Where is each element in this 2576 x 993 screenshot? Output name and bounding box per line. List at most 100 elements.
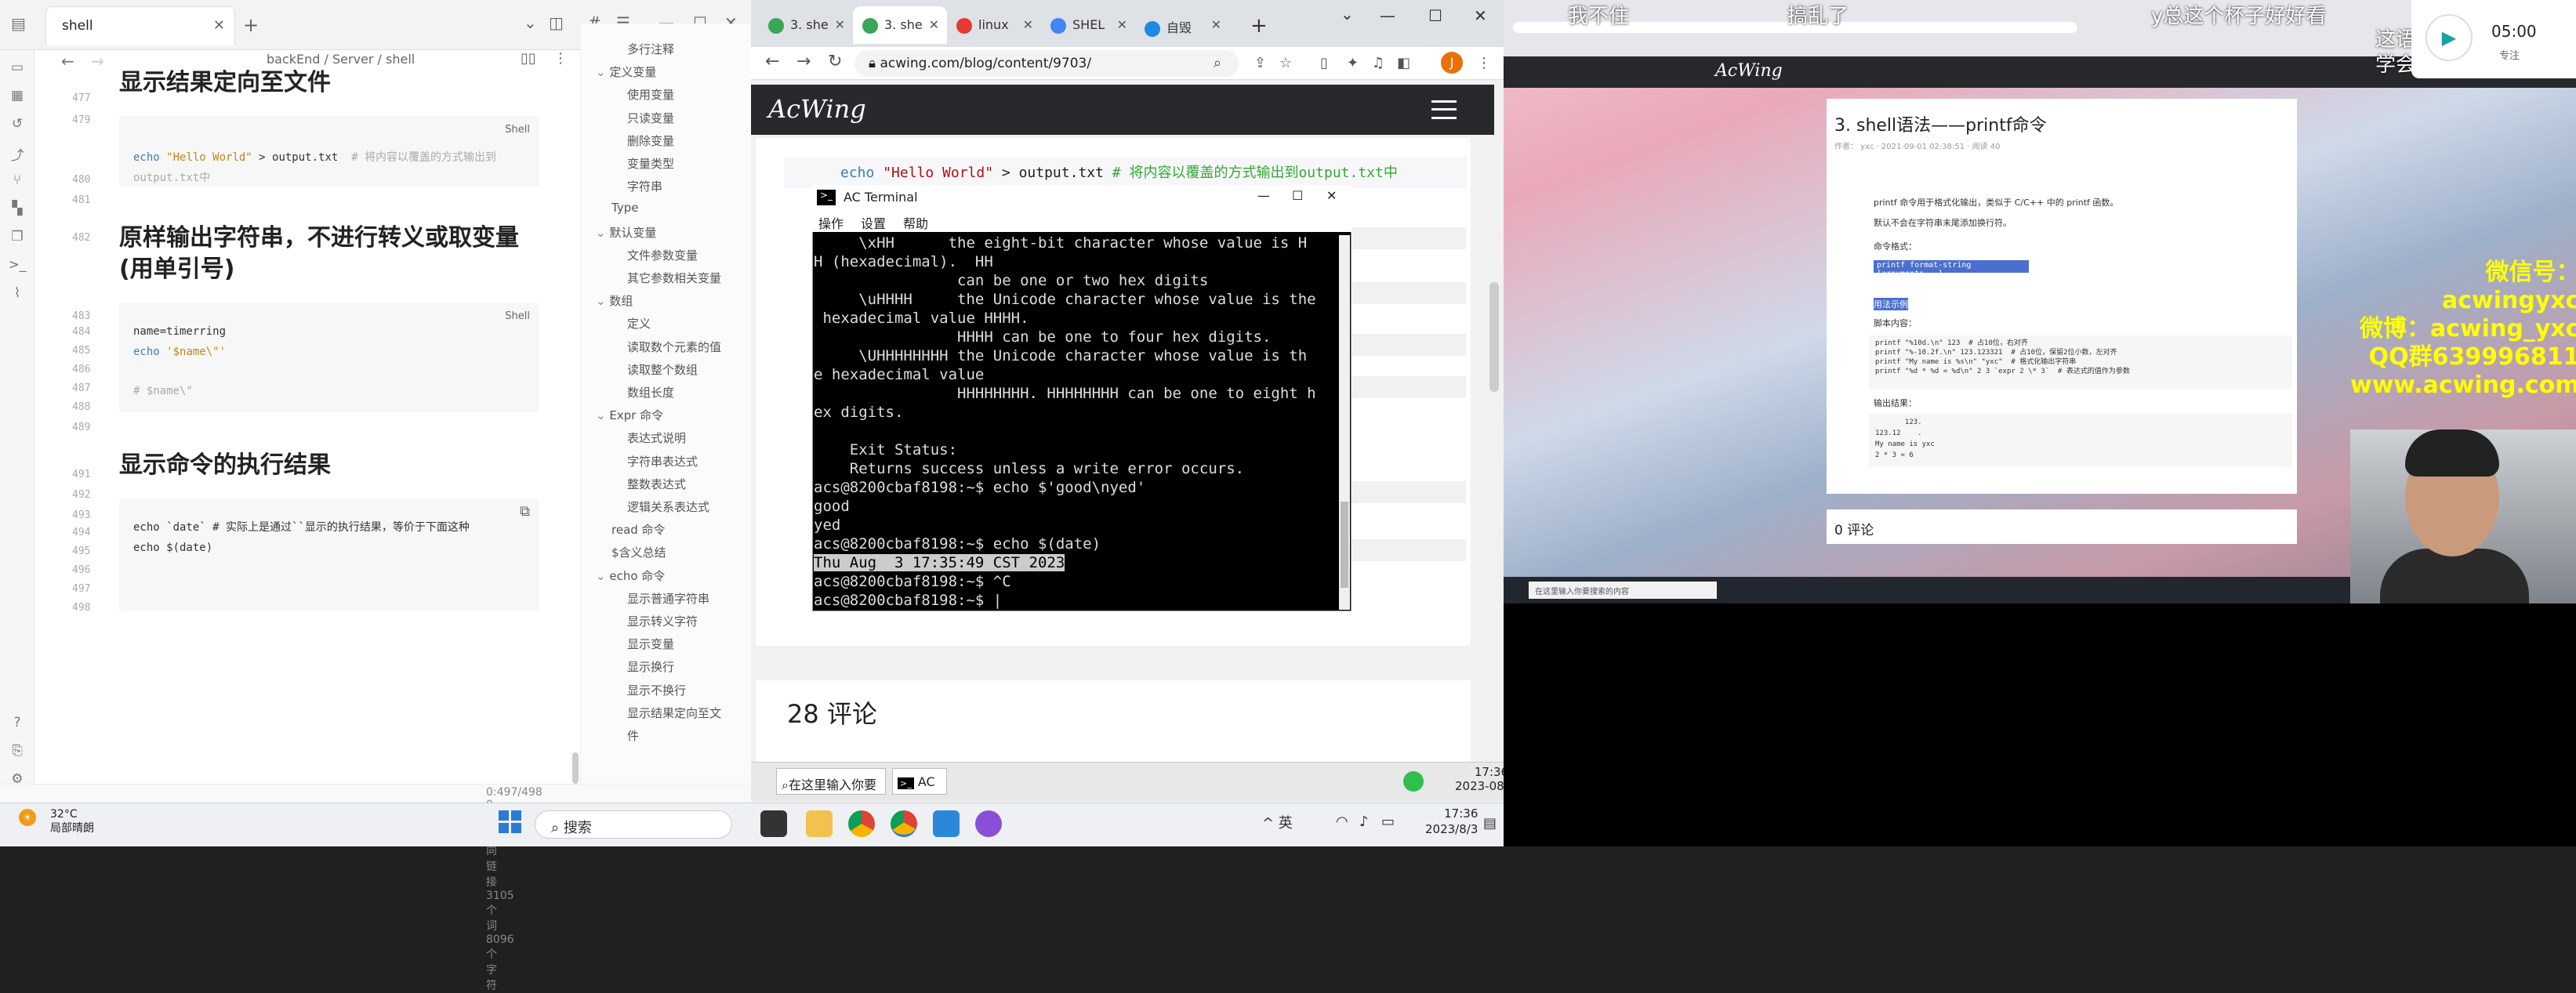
outline-item[interactable]: 显示变量 bbox=[627, 636, 674, 652]
outline-item[interactable]: 只读变量 bbox=[627, 110, 674, 126]
history-icon[interactable]: ↺ bbox=[8, 116, 27, 135]
outline-item[interactable]: $含义总结 bbox=[611, 544, 666, 560]
side-panel-icon[interactable]: ◧ bbox=[1397, 55, 1410, 71]
reading-view-icon[interactable]: ▯▯ bbox=[521, 50, 536, 67]
menu-help[interactable]: 帮助 bbox=[903, 213, 928, 232]
forward-arrow-icon[interactable]: → bbox=[796, 52, 811, 71]
close-icon[interactable]: ✕ bbox=[929, 17, 939, 32]
weather-widget[interactable]: 32°C 局部晴朗 bbox=[50, 807, 94, 835]
maximize-icon[interactable]: ☐ bbox=[1428, 6, 1442, 25]
scrollbar[interactable] bbox=[572, 752, 579, 784]
copy-icon[interactable]: ❐ bbox=[8, 229, 27, 248]
more-options-icon[interactable]: ⋮ bbox=[553, 50, 568, 67]
terminal-icon[interactable]: >_ bbox=[8, 257, 27, 276]
outline-item[interactable]: 删除变量 bbox=[627, 132, 674, 149]
outline-item[interactable]: 定义变量 bbox=[596, 63, 656, 80]
outline-item[interactable]: 使用变量 bbox=[627, 86, 674, 103]
copy-code-icon[interactable]: ⧉ bbox=[520, 503, 530, 520]
back-arrow-icon[interactable]: ← bbox=[61, 52, 74, 71]
app-icon[interactable] bbox=[933, 810, 960, 837]
outline-item[interactable]: 字符串表达式 bbox=[627, 453, 698, 469]
outline-item[interactable]: 件 bbox=[627, 727, 639, 744]
chrome-tab[interactable]: SHEL ✕ bbox=[1041, 6, 1135, 44]
taskbar-search[interactable]: ⌕ 搜索 bbox=[535, 810, 732, 839]
notification-icon[interactable]: ▤ bbox=[1483, 815, 1497, 832]
back-arrow-icon[interactable]: ← bbox=[765, 52, 779, 71]
outline-item[interactable]: 默认变量 bbox=[596, 224, 656, 241]
menu-settings[interactable]: 设置 bbox=[861, 213, 886, 232]
outline-item[interactable]: 显示换行 bbox=[627, 658, 674, 675]
weather-icon[interactable]: ☀ bbox=[19, 809, 36, 826]
taskbar-clock[interactable]: 17:36 2023/8/3 bbox=[1425, 806, 1478, 837]
minimize-icon[interactable]: — bbox=[1380, 6, 1395, 25]
obsidian-icon[interactable] bbox=[975, 810, 1002, 837]
outline-item[interactable]: echo 命令 bbox=[596, 567, 665, 584]
outline-item[interactable]: 字符串 bbox=[627, 178, 662, 194]
terminal-output[interactable]: \xHH the eight-bit character whose value… bbox=[814, 234, 1337, 610]
vault-icon[interactable]: ⎘ bbox=[8, 743, 27, 762]
tag-icon[interactable]: ⌇ bbox=[8, 285, 27, 304]
close-icon[interactable]: ✕ bbox=[835, 17, 845, 32]
media-icon[interactable]: ♫ bbox=[1372, 55, 1384, 71]
window-close-icon[interactable]: ✕ bbox=[1326, 188, 1337, 203]
remote-taskbar-terminal[interactable]: >_ AC bbox=[892, 768, 947, 795]
grid-icon[interactable]: ▚ bbox=[8, 201, 27, 219]
outline-item[interactable]: 定义 bbox=[627, 315, 651, 332]
code-block-echo-redirect[interactable]: echo "Hello World" > output.txt # 将内容以覆盖… bbox=[119, 116, 539, 187]
chrome-tab[interactable]: 自毁 ✕ bbox=[1135, 6, 1229, 44]
play-icon[interactable]: ▶ bbox=[2425, 14, 2473, 61]
outline-item[interactable]: 显示转义字符 bbox=[627, 613, 698, 629]
file-explorer-icon[interactable] bbox=[806, 810, 833, 837]
page-scrollbar[interactable] bbox=[1489, 282, 1499, 392]
outline-item[interactable]: 读取数个元素的值 bbox=[627, 339, 721, 355]
help-icon[interactable]: ? bbox=[8, 715, 27, 734]
chrome-tab[interactable]: 3. she ✕ bbox=[853, 6, 947, 44]
new-tab-icon[interactable]: + bbox=[243, 14, 259, 36]
outline-item[interactable]: 文件参数变量 bbox=[627, 247, 698, 263]
chevron-down-icon[interactable]: ⌄ bbox=[524, 13, 537, 32]
code-block-single-quote[interactable]: name=timerring echo '$name\"' # $name\" … bbox=[119, 303, 539, 412]
outline-item[interactable]: 显示不换行 bbox=[627, 682, 686, 698]
acwing-logo[interactable]: AcWing bbox=[768, 94, 866, 124]
outline-item[interactable]: 表达式说明 bbox=[627, 429, 686, 446]
terminal-scroll-thumb[interactable] bbox=[1341, 502, 1348, 588]
hamburger-menu-icon[interactable] bbox=[1431, 100, 1457, 119]
code-block-date[interactable]: echo `date` # 实际上是通过``显示的执行结果，等价于下面这种 ec… bbox=[119, 498, 539, 611]
zoom-icon[interactable]: ⌕ bbox=[1214, 55, 1221, 71]
minimize-icon[interactable]: — bbox=[1257, 188, 1270, 203]
outline-item[interactable]: 变量类型 bbox=[627, 155, 674, 172]
outline-item[interactable]: 数组长度 bbox=[627, 384, 674, 400]
outline-item[interactable]: 多行注释 bbox=[627, 41, 674, 57]
sidebar-collapse-icon[interactable]: ▤ bbox=[11, 14, 26, 33]
outline-item[interactable]: 逻辑关系表达式 bbox=[627, 498, 709, 515]
wifi-icon[interactable]: ◠ bbox=[1336, 814, 1348, 830]
chrome-icon[interactable] bbox=[848, 810, 875, 837]
outline-item[interactable]: read 命令 bbox=[611, 521, 666, 538]
editor-tab-shell[interactable]: shell ✕ bbox=[45, 6, 235, 45]
reading-list-icon[interactable]: ▯ bbox=[1320, 55, 1328, 71]
outline-item[interactable]: 显示普通字符串 bbox=[627, 590, 709, 607]
windows-start-icon[interactable] bbox=[499, 810, 522, 834]
close-icon[interactable]: ✕ bbox=[1023, 17, 1033, 32]
chrome-tab[interactable]: 3. she ✕ bbox=[759, 6, 853, 44]
tab-search-icon[interactable]: ⌄ bbox=[1341, 5, 1354, 24]
close-icon[interactable]: ✕ bbox=[1211, 17, 1221, 32]
battery-icon[interactable]: ▭ bbox=[1381, 814, 1395, 830]
window-close-icon[interactable]: ✕ bbox=[1474, 6, 1487, 25]
volume-icon[interactable]: ♪ bbox=[1359, 814, 1369, 830]
maximize-icon[interactable]: ☐ bbox=[1292, 188, 1303, 203]
share-icon[interactable]: ⇪ bbox=[1254, 55, 1266, 71]
outline-item[interactable]: Type bbox=[611, 201, 638, 215]
task-view-icon[interactable] bbox=[760, 810, 787, 837]
forward-arrow-icon[interactable]: → bbox=[91, 52, 104, 71]
outline-item[interactable]: 整数表达式 bbox=[627, 476, 686, 492]
outline-item[interactable]: 显示结果定向至文 bbox=[627, 705, 721, 721]
outline-item[interactable]: 其它参数相关变量 bbox=[627, 270, 721, 286]
reload-icon[interactable]: ↻ bbox=[828, 52, 842, 71]
new-tab-icon[interactable]: + bbox=[1250, 14, 1268, 38]
bookmark-star-icon[interactable]: ☆ bbox=[1279, 55, 1292, 71]
file-icon[interactable]: ▭ bbox=[8, 60, 27, 78]
extensions-icon[interactable]: ✦ bbox=[1347, 55, 1359, 71]
outline-item[interactable]: 数组 bbox=[596, 292, 633, 309]
remote-search-box[interactable]: ⌕在这里输入你要 bbox=[776, 768, 886, 795]
